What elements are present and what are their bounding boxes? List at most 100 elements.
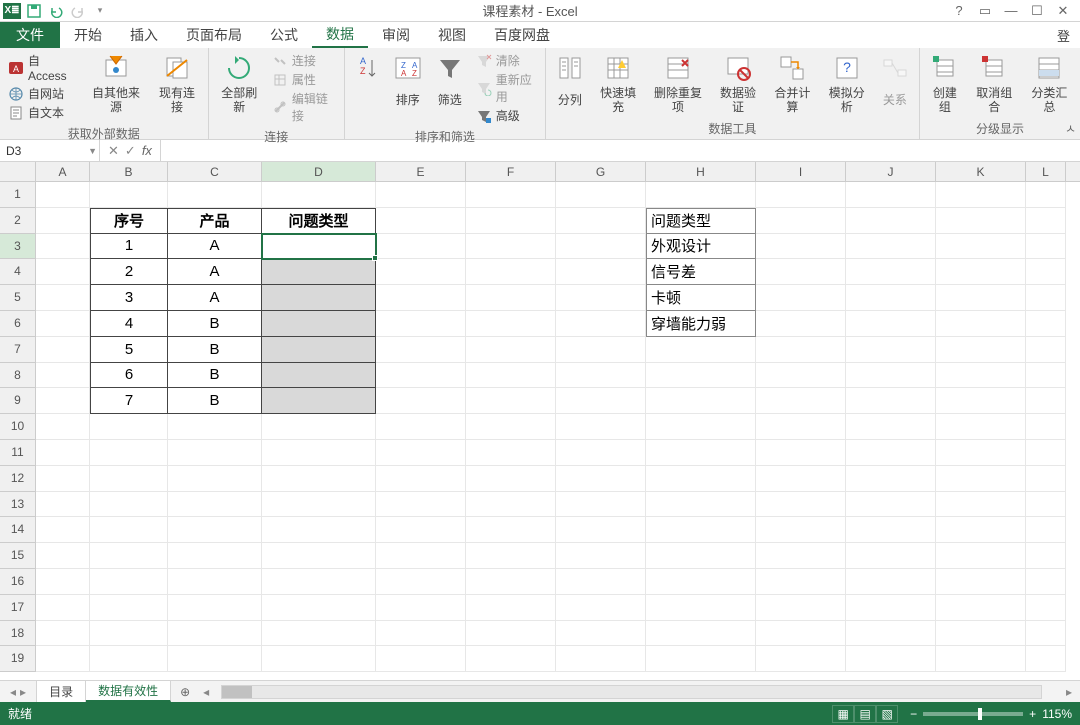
cell-J8[interactable] (846, 363, 936, 389)
cell-D4[interactable] (262, 259, 376, 285)
cell-H1[interactable] (646, 182, 756, 208)
text-to-columns-button[interactable]: 分列 (550, 50, 590, 116)
col-header-K[interactable]: K (936, 162, 1026, 181)
cell-F5[interactable] (466, 285, 556, 311)
cell-E19[interactable] (376, 646, 466, 672)
column-headers[interactable]: ABCDEFGHIJKL (36, 162, 1080, 182)
cell-K8[interactable] (936, 363, 1026, 389)
col-header-I[interactable]: I (756, 162, 846, 181)
cell-K15[interactable] (936, 543, 1026, 569)
cell-G5[interactable] (556, 285, 646, 311)
cell-B8[interactable]: 6 (90, 363, 168, 389)
cell-A19[interactable] (36, 646, 90, 672)
cell-F8[interactable] (466, 363, 556, 389)
cell-A16[interactable] (36, 569, 90, 595)
cell-L8[interactable] (1026, 363, 1066, 389)
cell-G1[interactable] (556, 182, 646, 208)
undo-button[interactable] (46, 2, 66, 20)
cell-A7[interactable] (36, 337, 90, 363)
cell-D11[interactable] (262, 440, 376, 466)
cell-D15[interactable] (262, 543, 376, 569)
filter-button[interactable]: 筛选 (430, 50, 470, 116)
cell-E9[interactable] (376, 388, 466, 414)
redo-button[interactable] (68, 2, 88, 20)
cell-K7[interactable] (936, 337, 1026, 363)
cell-L16[interactable] (1026, 569, 1066, 595)
cell-K19[interactable] (936, 646, 1026, 672)
cell-B5[interactable]: 3 (90, 285, 168, 311)
cell-B6[interactable]: 4 (90, 311, 168, 337)
cell-I18[interactable] (756, 621, 846, 647)
cell-G15[interactable] (556, 543, 646, 569)
cell-D5[interactable] (262, 285, 376, 311)
cell-D3[interactable] (262, 234, 376, 260)
cell-A5[interactable] (36, 285, 90, 311)
cell-J15[interactable] (846, 543, 936, 569)
row-header-13[interactable]: 13 (0, 492, 35, 518)
cell-H16[interactable] (646, 569, 756, 595)
cell-I14[interactable] (756, 517, 846, 543)
cell-A3[interactable] (36, 234, 90, 260)
cell-G8[interactable] (556, 363, 646, 389)
cell-I10[interactable] (756, 414, 846, 440)
refresh-all-button[interactable]: 全部刷新 (213, 50, 266, 116)
cell-F4[interactable] (466, 259, 556, 285)
cell-J13[interactable] (846, 492, 936, 518)
cell-K9[interactable] (936, 388, 1026, 414)
cell-H12[interactable] (646, 466, 756, 492)
tab-data[interactable]: 数据 (312, 22, 368, 48)
cell-A15[interactable] (36, 543, 90, 569)
cell-G13[interactable] (556, 492, 646, 518)
cell-K2[interactable] (936, 208, 1026, 234)
cell-C6[interactable]: B (168, 311, 262, 337)
cell-L5[interactable] (1026, 285, 1066, 311)
cell-B12[interactable] (90, 466, 168, 492)
cell-H6[interactable]: 穿墙能力弱 (646, 311, 756, 337)
cell-C11[interactable] (168, 440, 262, 466)
cell-L13[interactable] (1026, 492, 1066, 518)
cell-J12[interactable] (846, 466, 936, 492)
cell-E16[interactable] (376, 569, 466, 595)
cell-J17[interactable] (846, 595, 936, 621)
cell-I4[interactable] (756, 259, 846, 285)
cell-H14[interactable] (646, 517, 756, 543)
row-header-15[interactable]: 15 (0, 543, 35, 569)
cell-I2[interactable] (756, 208, 846, 234)
cell-I9[interactable] (756, 388, 846, 414)
cell-I8[interactable] (756, 363, 846, 389)
select-all-corner[interactable] (0, 162, 36, 182)
cell-K6[interactable] (936, 311, 1026, 337)
cell-D10[interactable] (262, 414, 376, 440)
cell-B19[interactable] (90, 646, 168, 672)
cell-K1[interactable] (936, 182, 1026, 208)
cell-F19[interactable] (466, 646, 556, 672)
cell-G16[interactable] (556, 569, 646, 595)
cell-D17[interactable] (262, 595, 376, 621)
cell-K12[interactable] (936, 466, 1026, 492)
cell-C13[interactable] (168, 492, 262, 518)
cell-J10[interactable] (846, 414, 936, 440)
row-header-5[interactable]: 5 (0, 285, 35, 311)
view-buttons[interactable]: ▦ ▤ ▧ (832, 705, 898, 723)
cell-B15[interactable] (90, 543, 168, 569)
cell-I17[interactable] (756, 595, 846, 621)
row-header-1[interactable]: 1 (0, 182, 35, 208)
col-header-F[interactable]: F (466, 162, 556, 181)
cell-J18[interactable] (846, 621, 936, 647)
cell-L19[interactable] (1026, 646, 1066, 672)
zoom-control[interactable]: − + 115% (910, 707, 1072, 721)
advanced-filter-button[interactable]: 高级 (476, 107, 537, 124)
add-sheet-button[interactable]: ⊕ (171, 681, 199, 702)
tab-view[interactable]: 视图 (424, 22, 480, 48)
cell-I16[interactable] (756, 569, 846, 595)
cell-I19[interactable] (756, 646, 846, 672)
cell-G6[interactable] (556, 311, 646, 337)
cell-G12[interactable] (556, 466, 646, 492)
cell-D9[interactable] (262, 388, 376, 414)
cell-E4[interactable] (376, 259, 466, 285)
col-header-L[interactable]: L (1026, 162, 1066, 181)
row-header-12[interactable]: 12 (0, 466, 35, 492)
cell-D8[interactable] (262, 363, 376, 389)
cell-E10[interactable] (376, 414, 466, 440)
cell-A12[interactable] (36, 466, 90, 492)
